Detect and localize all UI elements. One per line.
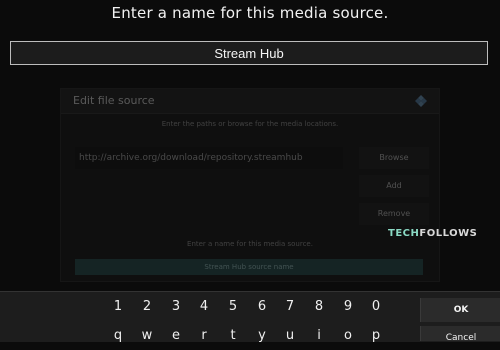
dialog-paths-hint: Enter the paths or browse for the media …	[161, 120, 339, 128]
key-0[interactable]: 0	[362, 299, 390, 314]
kodi-logo-icon	[415, 95, 427, 107]
key-8[interactable]: 8	[305, 299, 333, 314]
key-5[interactable]: 5	[219, 299, 247, 314]
keyboard-row-numbers: 1 2 3 4 5 6 7 8 9 0	[98, 299, 398, 321]
key-4[interactable]: 4	[190, 299, 218, 314]
add-button[interactable]: Add	[359, 175, 429, 197]
key-1[interactable]: 1	[104, 299, 132, 314]
source-path-field[interactable]: http://archive.org/download/repository.s…	[75, 147, 343, 169]
dialog-prompt: Enter a name for this media source.	[111, 4, 389, 22]
browse-button[interactable]: Browse	[359, 147, 429, 169]
dialog-title: Edit file source	[73, 94, 155, 107]
watermark-part2: FOLLOWS	[419, 228, 478, 239]
watermark: TECHFOLLOWS	[388, 228, 477, 239]
key-6[interactable]: 6	[248, 299, 276, 314]
key-7[interactable]: 7	[276, 299, 304, 314]
dialog-header: Edit file source	[61, 89, 439, 114]
cancel-button[interactable]: Cancel	[420, 326, 500, 343]
watermark-part1: TECH	[388, 228, 420, 239]
media-source-name-input[interactable]	[10, 41, 488, 65]
remove-button[interactable]: Remove	[359, 203, 429, 225]
key-3[interactable]: 3	[162, 299, 190, 314]
keyboard-row-letters: q w e r t y u i o p	[98, 328, 398, 350]
ok-button[interactable]: OK	[420, 298, 500, 322]
key-2[interactable]: 2	[133, 299, 161, 314]
source-name-strip[interactable]: Stream Hub source name	[75, 259, 423, 275]
edit-file-source-dialog: Edit file source Enter the paths or brow…	[60, 88, 440, 282]
dialog-name-hint: Enter a name for this media source.	[187, 240, 313, 248]
key-9[interactable]: 9	[334, 299, 362, 314]
